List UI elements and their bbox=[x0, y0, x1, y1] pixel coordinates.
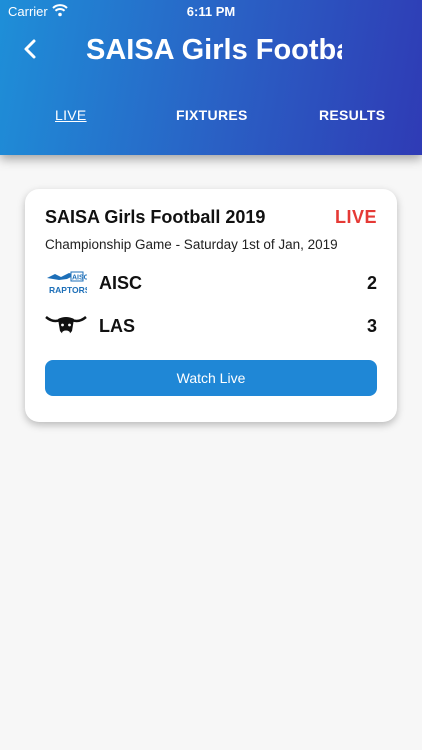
team-name: LAS bbox=[99, 316, 135, 336]
chevron-left-icon bbox=[24, 39, 36, 59]
app-header: Carrier 6:11 PM SAISA Girls Football 201… bbox=[0, 0, 422, 155]
match-card: SAISA Girls Football 2019 LIVE Champions… bbox=[25, 189, 397, 422]
team-score: 3 bbox=[366, 316, 377, 336]
team-score: 2 bbox=[366, 273, 377, 293]
page-title-container: SAISA Girls Football 2019 bbox=[86, 32, 342, 72]
page-title: SAISA Girls Football 2019 bbox=[86, 34, 342, 66]
svg-text:RAPTORS: RAPTORS bbox=[49, 285, 87, 295]
team-name: AISC bbox=[99, 273, 143, 293]
svg-text:AISC: AISC bbox=[72, 275, 87, 282]
bull-logo-icon bbox=[45, 311, 87, 341]
raptor-logo-icon: AISC RAPTORS bbox=[45, 268, 91, 298]
tab-fixtures[interactable]: FIXTURES bbox=[176, 107, 248, 123]
tab-results[interactable]: RESULTS bbox=[319, 107, 385, 123]
back-button[interactable] bbox=[18, 36, 44, 62]
match-subtitle: Championship Game - Saturday 1st of Jan,… bbox=[45, 237, 338, 252]
status-bar: Carrier 6:11 PM bbox=[0, 0, 422, 24]
tab-live[interactable]: LIVE bbox=[55, 107, 87, 123]
match-title: SAISA Girls Football 2019 bbox=[45, 207, 266, 227]
live-badge: LIVE bbox=[334, 207, 377, 227]
status-time: 6:11 PM bbox=[186, 4, 236, 19]
team-row-aisc: AISC RAPTORS AISC 2 bbox=[45, 268, 377, 298]
watch-live-button[interactable]: Watch Live bbox=[45, 360, 377, 396]
team-row-las: LAS 3 bbox=[45, 311, 377, 341]
